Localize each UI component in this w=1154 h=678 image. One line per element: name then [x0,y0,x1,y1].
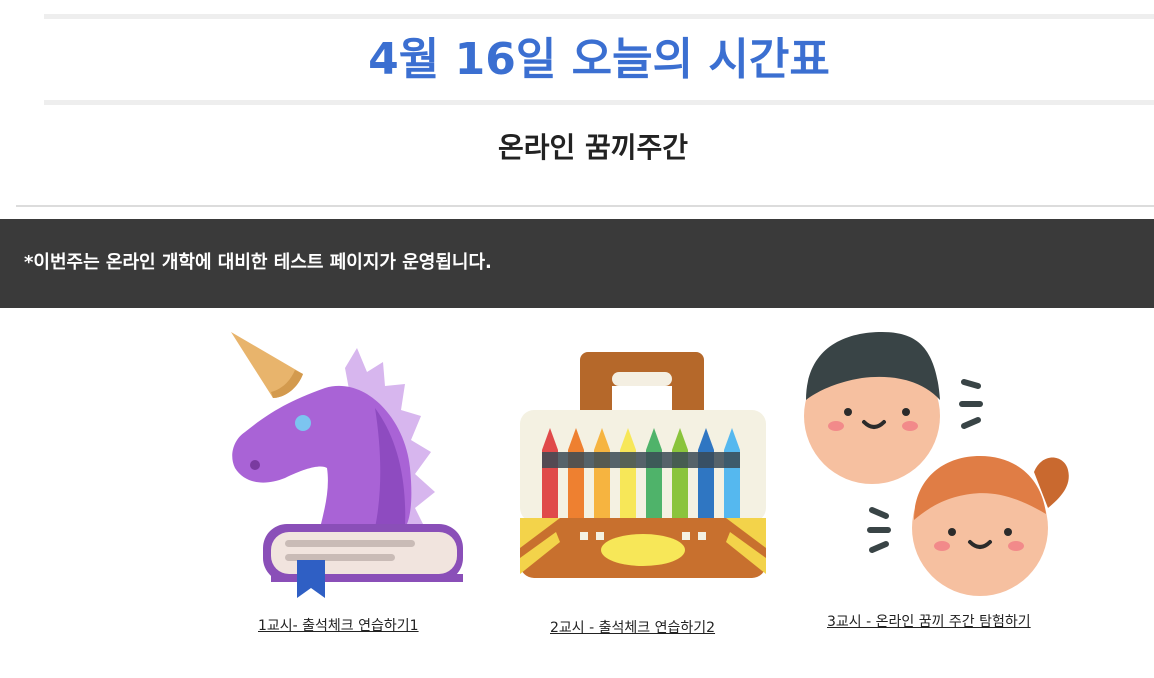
crayon-box-icon[interactable] [520,352,766,580]
top-divider [44,14,1154,19]
title-divider [44,100,1154,105]
lesson-card-3[interactable] [802,330,1077,602]
lesson-link-1[interactable]: 1교시- 출석체크 연습하기1 [258,615,419,635]
lesson-link-2[interactable]: 2교시 - 출석체크 연습하기2 [550,617,715,637]
page-title: 4월 16일 오늘의 시간표 [368,34,830,85]
boy-girl-faces-icon[interactable] [802,330,1077,602]
page: 4월 16일 오늘의 시간표 온라인 꿈끼주간 *이번주는 온라인 개학에 대비… [0,0,1154,678]
section-divider [16,205,1154,207]
lesson-link-3[interactable]: 3교시 - 온라인 꿈끼 주간 탐험하기 [827,611,1031,631]
lesson-card-1[interactable] [225,328,470,598]
notice-text: *이번주는 온라인 개학에 대비한 테스트 페이지가 운영됩니다. [24,252,492,273]
notice-banner: *이번주는 온라인 개학에 대비한 테스트 페이지가 운영됩니다. [0,219,1154,308]
page-subtitle: 온라인 꿈끼주간 [497,131,689,164]
lesson-card-2[interactable] [520,352,766,580]
unicorn-book-icon[interactable] [225,328,470,598]
